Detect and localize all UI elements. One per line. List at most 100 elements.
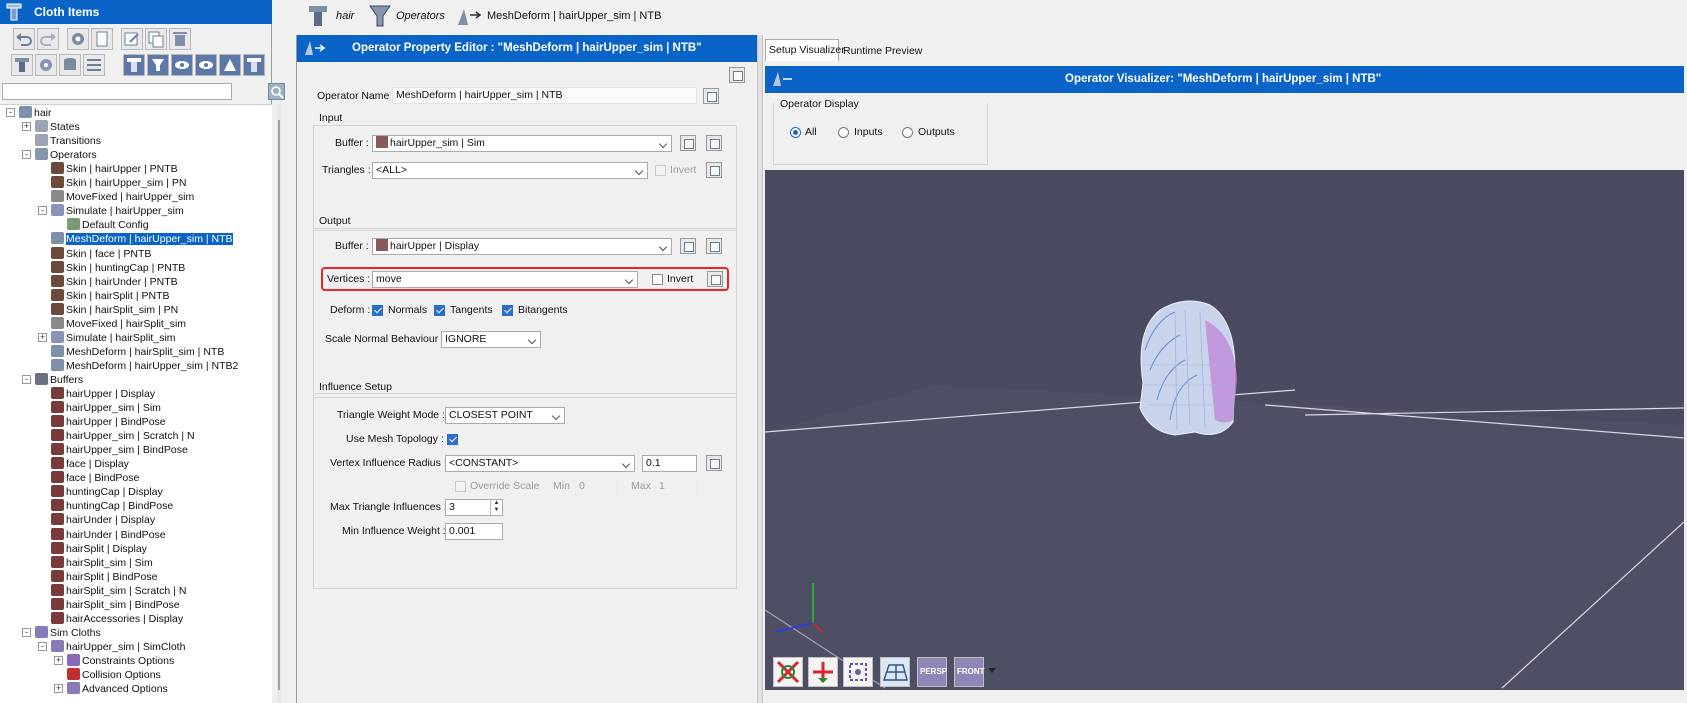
vertices-select[interactable]: move <box>372 271 638 288</box>
tree-item[interactable]: hairUpper_sim | BindPose <box>51 443 188 457</box>
tree-item[interactable]: Buffers <box>35 372 83 387</box>
list-operator-button[interactable] <box>83 54 105 76</box>
tree-item[interactable]: Skin | face | PNTB <box>51 246 151 261</box>
move-tool-button[interactable] <box>808 657 838 687</box>
frame-selection-button[interactable] <box>843 657 873 687</box>
override-scale-checkbox[interactable] <box>455 481 466 492</box>
tree-item[interactable]: hairSplit_sim | BindPose <box>51 597 180 612</box>
scale-normal-select[interactable]: IGNORE <box>441 331 541 348</box>
buffer-operator-button[interactable] <box>59 54 81 76</box>
triangles-invert-checkbox[interactable] <box>655 165 666 176</box>
tree-item[interactable]: hairUpper | Display <box>51 387 155 401</box>
collapse-node-icon[interactable]: - <box>38 641 47 651</box>
front-view-button[interactable]: FRONT <box>954 657 985 687</box>
persp-view-button[interactable]: PERSP <box>917 657 947 687</box>
edit-button[interactable] <box>121 28 143 50</box>
tree-item[interactable]: MoveFixed | hairSplit_sim <box>51 316 186 331</box>
filter-op1-button[interactable] <box>123 54 145 76</box>
normals-checkbox[interactable] <box>372 305 383 316</box>
collapse-node-icon[interactable]: - <box>22 374 31 384</box>
expand-node-icon[interactable]: + <box>22 122 31 132</box>
tree-item[interactable]: Simulate | hairSplit_sim <box>51 330 176 345</box>
max-tri-spin-buttons[interactable]: ▲ ▼ <box>490 500 502 515</box>
filter-op2-button[interactable] <box>147 54 169 76</box>
tree-item[interactable]: hairAccessories | Display <box>51 611 183 626</box>
output-buffer-edit-button[interactable] <box>706 238 722 254</box>
radio-inputs[interactable] <box>838 127 849 138</box>
tree-item[interactable]: Constraints Options <box>67 653 174 668</box>
tree-item[interactable]: MoveFixed | hairUpper_sim <box>51 190 194 204</box>
vertex-radius-options-button[interactable] <box>706 455 722 471</box>
tree-item[interactable]: hairUnder | Display <box>51 513 155 527</box>
input-buffer-edit-button[interactable] <box>706 135 722 151</box>
tab-runtime-preview[interactable]: Runtime Preview <box>840 42 922 61</box>
tree-search-input[interactable] <box>2 83 232 100</box>
tree-item[interactable]: huntingCap | BindPose <box>51 499 173 513</box>
min-weight-input[interactable]: 0.001 <box>445 523 503 540</box>
tree-item[interactable]: hairUnder | BindPose <box>51 527 166 542</box>
tree-item[interactable]: Advanced Options <box>67 682 168 696</box>
bitangents-checkbox[interactable] <box>502 305 513 316</box>
tree-item[interactable]: MeshDeform | hairUpper_sim | NTB2 <box>51 358 238 373</box>
tree-item[interactable]: Skin | hairUpper_sim | PN <box>51 176 186 190</box>
tree-item[interactable]: face | Display <box>51 457 129 471</box>
breadcrumb-item-hair[interactable]: hair <box>336 10 354 22</box>
tree-item[interactable]: hairSplit | BindPose <box>51 569 157 584</box>
tree-item[interactable]: hairUpper | BindPose <box>51 415 166 429</box>
triangle-weight-select[interactable]: CLOSEST POINT <box>445 407 565 424</box>
tree-item[interactable]: huntingCap | Display <box>51 485 163 499</box>
tree-item[interactable]: face | BindPose <box>51 471 139 485</box>
output-buffer-view-button[interactable] <box>680 238 696 254</box>
viewport-3d[interactable] <box>765 170 1684 690</box>
copy-button[interactable] <box>145 28 167 50</box>
collapse-node-icon[interactable]: - <box>22 627 31 637</box>
new-item-button[interactable] <box>91 28 113 50</box>
tree-item[interactable]: States <box>35 120 80 134</box>
delete-button[interactable] <box>169 28 191 50</box>
tree-item[interactable]: hairUpper_sim | Scratch | N <box>51 429 195 443</box>
vertices-options-button[interactable] <box>707 271 723 287</box>
view-dropdown-chevron-icon[interactable] <box>988 668 996 673</box>
filter-op5-button[interactable] <box>219 54 241 76</box>
tree-item[interactable]: hairUpper_sim | SimCloth <box>51 639 185 654</box>
tree-item[interactable]: Operators <box>35 148 97 162</box>
tree-item[interactable]: MeshDeform | hairUpper_sim | NTB <box>51 232 234 247</box>
undo-button[interactable] <box>13 28 35 50</box>
reset-view-button[interactable] <box>773 657 803 687</box>
tree-item[interactable]: hairUpper_sim | Sim <box>51 401 161 415</box>
input-buffer-view-button[interactable] <box>680 135 696 151</box>
tree-item[interactable]: Skin | hairSplit | PNTB <box>51 288 170 303</box>
collapse-node-icon[interactable]: - <box>22 150 31 160</box>
filter-op6-button[interactable] <box>243 54 265 76</box>
expand-node-icon[interactable]: + <box>54 684 63 694</box>
collapse-node-icon[interactable]: - <box>6 108 15 117</box>
tree-item[interactable]: Skin | hairUpper | PNTB <box>51 162 178 176</box>
tree-scrollbar-thumb[interactable] <box>278 120 280 690</box>
operator-name-input[interactable]: MeshDeform | hairUpper_sim | NTB <box>392 87 697 104</box>
min-input[interactable]: 0 <box>575 478 617 495</box>
filter-op4-button[interactable] <box>195 54 217 76</box>
tree-item[interactable]: Skin | huntingCap | PNTB <box>51 260 185 275</box>
breadcrumb-item-meshdeform[interactable]: MeshDeform | hairUpper_sim | NTB <box>487 10 661 22</box>
vertices-invert-checkbox[interactable] <box>652 274 663 285</box>
expand-node-icon[interactable]: + <box>54 655 63 665</box>
vertex-radius-select[interactable]: <CONSTANT> <box>445 455 635 472</box>
output-buffer-select[interactable]: hairUpper | Display <box>372 238 672 255</box>
tab-setup-visualizer[interactable]: Setup Visualizer <box>765 39 845 61</box>
vertex-radius-number-input[interactable]: 0.1 <box>642 455 697 472</box>
redo-button[interactable] <box>37 28 59 50</box>
tree-item[interactable]: Collision Options <box>67 668 161 682</box>
tree-item[interactable]: Skin | hairUnder | PNTB <box>51 274 178 289</box>
tree-item[interactable]: MeshDeform | hairSplit_sim | NTB <box>51 344 224 359</box>
tree-item[interactable]: hairSplit | Display <box>51 541 147 556</box>
collapse-node-icon[interactable]: - <box>38 206 47 216</box>
max-input[interactable]: 1 <box>655 478 697 495</box>
tree-item[interactable]: Transitions <box>35 134 101 148</box>
tree-item[interactable]: Simulate | hairUpper_sim <box>51 204 184 218</box>
tree-item[interactable]: Sim Cloths <box>35 625 101 640</box>
radio-outputs[interactable] <box>902 127 913 138</box>
radio-all[interactable] <box>790 127 801 138</box>
tangents-checkbox[interactable] <box>434 305 445 316</box>
triangles-select[interactable]: <ALL> <box>372 162 648 179</box>
tree-item[interactable]: Skin | hairSplit_sim | PN <box>51 302 178 317</box>
